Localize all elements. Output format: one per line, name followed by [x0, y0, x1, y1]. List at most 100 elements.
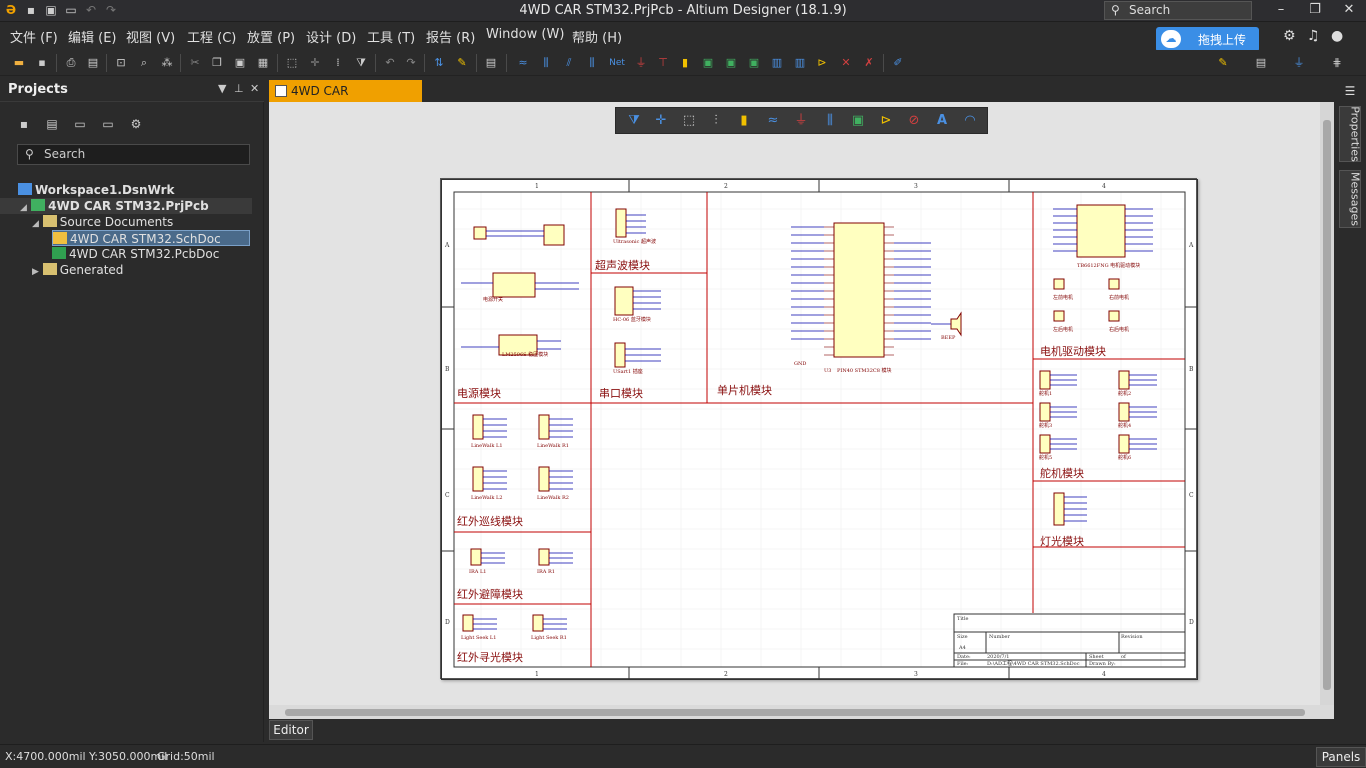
tree-workspace[interactable]: Workspace1.DsnWrk [18, 182, 175, 198]
net-color-icon[interactable]: ✎ [1214, 54, 1232, 72]
place-harness-icon[interactable]: ⫼ [583, 54, 601, 72]
place-power-icon[interactable]: ⏚ [1290, 54, 1308, 72]
bus-icon[interactable]: ⫼ [820, 112, 840, 130]
place-harness-connector-icon[interactable]: ▥ [768, 54, 786, 72]
place-bus-icon[interactable]: ⫼ [537, 54, 555, 72]
menu-design[interactable]: 设计 (D) [306, 27, 356, 46]
vertical-scrollbar[interactable] [1320, 102, 1334, 705]
arc-icon[interactable]: ◠ [960, 112, 980, 130]
panel-list-icon[interactable]: ☰ [1341, 84, 1359, 98]
open-file-icon[interactable]: ▬ [10, 54, 28, 72]
redo-toolbar-icon[interactable]: ↷ [402, 54, 420, 72]
place-no-erc-icon[interactable]: ✕ [837, 54, 855, 72]
tree-doc-pcbdoc[interactable]: 4WD CAR STM32.PcbDoc [52, 246, 219, 262]
align-icon[interactable]: ▤ [1252, 54, 1270, 72]
menu-edit[interactable]: 编辑 (E) [68, 27, 117, 46]
project-options-gear-icon[interactable]: ⚙ [128, 116, 144, 132]
place-part-icon[interactable]: ▮ [676, 54, 694, 72]
place-component-icon[interactable]: ▮ [734, 112, 754, 130]
no-erc-icon[interactable]: ⊘ [904, 112, 924, 130]
move-icon[interactable]: ✛ [306, 54, 324, 72]
save-file-icon[interactable]: ▪ [33, 54, 51, 72]
panels-button[interactable]: Panels [1316, 747, 1366, 767]
expand-caret-icon[interactable]: ▶ [32, 267, 39, 277]
menu-file[interactable]: 文件 (F) [10, 27, 58, 46]
clear-selection-icon[interactable]: ⧩ [352, 54, 370, 72]
place-port-icon[interactable]: ⊳ [813, 54, 831, 72]
move-objects-icon[interactable]: ✛ [651, 112, 671, 130]
pin-icon[interactable]: ⊥ [234, 82, 244, 95]
place-wire-icon[interactable]: ≈ [514, 54, 532, 72]
horizontal-scroll-thumb[interactable] [285, 709, 1305, 716]
cut-icon[interactable]: ✂ [186, 54, 204, 72]
place-harness-entry-icon[interactable]: ▥ [791, 54, 809, 72]
tree-doc-schdoc[interactable]: 4WD CAR STM32.SchDoc [52, 230, 250, 246]
select-connection-icon[interactable]: ⁞ [329, 54, 347, 72]
close-button[interactable]: ✕ [1332, 0, 1366, 22]
menu-project[interactable]: 工程 (C) [187, 27, 236, 46]
menu-reports[interactable]: 报告 (R) [426, 27, 475, 46]
vertical-scroll-thumb[interactable] [1323, 120, 1331, 690]
menu-place[interactable]: 放置 (P) [247, 27, 295, 46]
select-icon[interactable]: ⬚ [679, 112, 699, 130]
browse-library-icon[interactable]: ▤ [482, 54, 500, 72]
menu-view[interactable]: 视图 (V) [126, 27, 175, 46]
print-preview-icon[interactable]: ▤ [84, 54, 102, 72]
compile-icon[interactable]: ▤ [44, 116, 60, 132]
undo-toolbar-icon[interactable]: ↶ [381, 54, 399, 72]
panel-close-icon[interactable]: ✕ [250, 82, 259, 95]
hierarchy-icon[interactable]: ⇅ [430, 54, 448, 72]
settings-gear-icon[interactable]: ⚙ [1283, 28, 1296, 44]
sheet-symbol-icon[interactable]: ▣ [848, 112, 868, 130]
place-device-sheet-icon[interactable]: ▣ [745, 54, 763, 72]
tab-messages[interactable]: Messages [1339, 170, 1361, 228]
port-icon[interactable]: ⊳ [876, 112, 896, 130]
place-vcc-icon[interactable]: ⊤ [654, 54, 672, 72]
place-parameter-icon[interactable]: ✗ [860, 54, 878, 72]
horizontal-scrollbar[interactable] [269, 705, 1334, 719]
zoom-selected-icon[interactable]: ⁂ [158, 54, 176, 72]
projects-search-input[interactable]: ⚲ Search [17, 144, 250, 165]
paste-icon[interactable]: ▣ [231, 54, 249, 72]
minimize-button[interactable]: – [1264, 0, 1298, 22]
project-folder-icon[interactable]: ▭ [100, 116, 116, 132]
notifications-bell-icon[interactable]: ♫ [1307, 28, 1320, 44]
place-drawing-tools-icon[interactable]: ✐ [889, 54, 907, 72]
tab-schdoc[interactable]: 4WD CAR STM32.SchDoc [269, 80, 422, 120]
tab-editor[interactable]: Editor [269, 720, 313, 740]
place-bus-entry-icon[interactable]: ⫽ [560, 54, 578, 72]
collapse-caret-icon[interactable]: ◢ [20, 203, 27, 213]
upload-button[interactable]: ☁ 拖拽上传 [1156, 27, 1259, 52]
menu-help[interactable]: 帮助 (H) [572, 27, 622, 46]
panel-menu-icon[interactable]: ▼ [218, 82, 226, 95]
zoom-fit-icon[interactable]: ⊡ [112, 54, 130, 72]
restore-button[interactable]: ❐ [1298, 0, 1332, 22]
select-area-icon[interactable]: ⬚ [283, 54, 301, 72]
tree-generated[interactable]: ▶ Generated [32, 262, 123, 278]
global-search-input[interactable]: ⚲ Search [1104, 1, 1252, 20]
grid-icon[interactable]: ⋕ [1328, 54, 1346, 72]
user-account-icon[interactable]: ● [1331, 28, 1343, 44]
tab-properties[interactable]: Properties [1339, 106, 1362, 162]
place-net-label-icon[interactable]: Net [606, 54, 628, 72]
tree-source-documents[interactable]: ◢ Source Documents [32, 214, 173, 230]
place-sheet-symbol-icon[interactable]: ▣ [699, 54, 717, 72]
place-gnd-icon[interactable]: ⏚ [632, 54, 650, 72]
place-sheet-entry-icon[interactable]: ▣ [722, 54, 740, 72]
cross-probe-icon[interactable]: ✎ [453, 54, 471, 72]
filter-icon[interactable]: ⧩ [624, 112, 644, 130]
rubber-stamp-icon[interactable]: ▦ [254, 54, 272, 72]
open-folder-icon[interactable]: ▭ [72, 116, 88, 132]
text-icon[interactable]: A [932, 112, 952, 130]
wire-icon[interactable]: ≈ [763, 112, 783, 130]
power-port-icon[interactable]: ⏚ [791, 112, 811, 130]
print-icon[interactable]: ⎙ [62, 54, 80, 72]
collapse-caret-icon[interactable]: ◢ [32, 219, 39, 229]
menu-tools[interactable]: 工具 (T) [367, 27, 415, 46]
save-project-icon[interactable]: ▪ [16, 116, 32, 132]
menu-window[interactable]: Window (W) [486, 27, 564, 42]
copy-icon[interactable]: ❐ [208, 54, 226, 72]
zoom-area-icon[interactable]: ⌕ [135, 54, 153, 72]
tree-project[interactable]: ◢ 4WD CAR STM32.PrjPcb [0, 198, 252, 214]
align-objects-icon[interactable]: ⫶ [706, 112, 726, 130]
